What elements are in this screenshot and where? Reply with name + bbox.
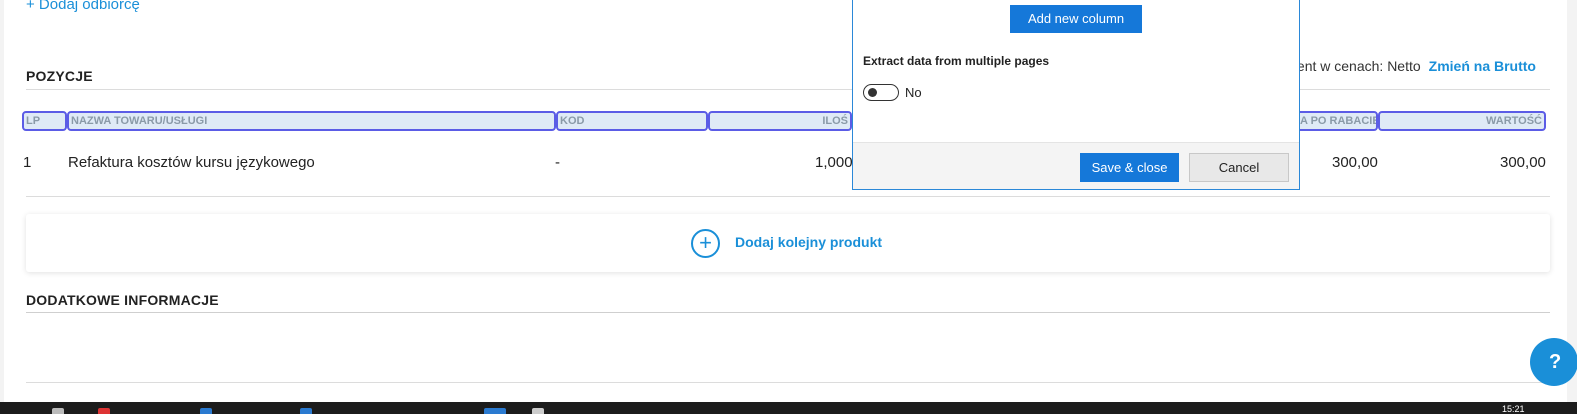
extract-multipage-toggle[interactable] <box>863 84 899 101</box>
row-price-after-discount[interactable]: 300,00 <box>1332 154 1378 171</box>
column-header-lp[interactable]: LP <box>22 111 67 131</box>
price-mode-info: ment w cenach: Netto Zmień na Brutto <box>1285 58 1536 74</box>
add-product-label: Dodaj kolejny produkt <box>735 234 883 250</box>
switch-to-gross-link[interactable]: Zmień na Brutto <box>1429 58 1536 74</box>
help-button[interactable]: ? <box>1530 338 1577 386</box>
page-scrollbar[interactable] <box>1567 0 1577 402</box>
row-divider <box>26 196 1550 197</box>
row-lp: 1 <box>23 154 32 171</box>
divider <box>26 312 1550 313</box>
taskbar-app-icon[interactable] <box>52 408 64 414</box>
price-mode-label: ment w cenach: Netto <box>1285 58 1421 74</box>
additional-info-title: DODATKOWE INFORMACJE <box>26 292 219 308</box>
windows-taskbar: 15:21 <box>0 402 1577 414</box>
column-header-name[interactable]: NAZWA TOWARU/USŁUGI <box>67 111 556 131</box>
column-settings-dialog: Add new column Extract data from multipl… <box>852 0 1300 190</box>
invoice-form: + Dodaj odbiorcę POZYCJE ment w cenach: … <box>4 0 1567 402</box>
dialog-footer: Save & close Cancel <box>853 142 1299 189</box>
column-header-value[interactable]: WARTOŚĆ <box>1378 111 1546 131</box>
taskbar-clock[interactable]: 15:21 <box>1502 404 1525 414</box>
column-header-price-after-discount[interactable]: A PO RABACIE <box>1296 111 1378 131</box>
column-header-code[interactable]: KOD <box>556 111 708 131</box>
toggle-knob <box>868 88 877 97</box>
extract-multipage-label: Extract data from multiple pages <box>863 54 1050 68</box>
taskbar-app-icon[interactable] <box>532 408 544 414</box>
row-code[interactable]: - <box>555 154 560 171</box>
add-product-button[interactable]: + Dodaj kolejny produkt <box>26 214 1550 272</box>
plus-circle-icon: + <box>691 229 720 258</box>
toggle-value-label: No <box>905 85 922 100</box>
row-quantity[interactable]: 1,000 <box>815 154 853 171</box>
divider <box>26 89 1550 90</box>
taskbar-app-icon[interactable] <box>300 408 312 414</box>
taskbar-app-icon[interactable] <box>98 408 110 414</box>
add-recipient-link[interactable]: + Dodaj odbiorcę <box>26 0 140 13</box>
row-product-name[interactable]: Refaktura kosztów kursu językowego <box>68 154 315 171</box>
column-header-quantity[interactable]: ILOŚ <box>708 111 852 131</box>
taskbar-app-icon[interactable] <box>200 408 212 414</box>
row-value: 300,00 <box>1500 154 1546 171</box>
save-close-button[interactable]: Save & close <box>1080 153 1179 182</box>
cancel-button[interactable]: Cancel <box>1189 153 1289 182</box>
divider <box>26 382 1550 383</box>
add-new-column-button[interactable]: Add new column <box>1010 5 1142 33</box>
positions-section-title: POZYCJE <box>26 68 93 84</box>
taskbar-app-icon[interactable] <box>484 408 506 414</box>
